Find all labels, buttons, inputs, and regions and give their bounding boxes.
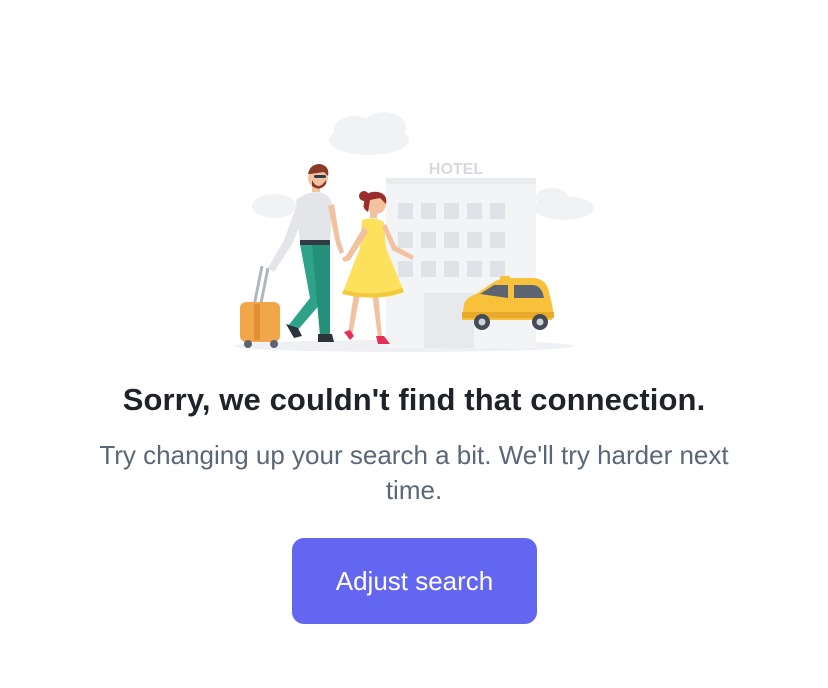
travelers-hotel-illustration: HOTEL [234,112,594,352]
adjust-search-button[interactable]: Adjust search [292,538,537,624]
no-results-page: HOTEL Sorry, we couldn't find that conne… [0,0,828,688]
empty-state-message: Try changing up your search a bit. We'll… [99,440,729,505]
empty-state-title: Sorry, we couldn't find that connection. [122,382,706,417]
suitcase [240,265,280,348]
hotel-sign: HOTEL [429,161,483,178]
